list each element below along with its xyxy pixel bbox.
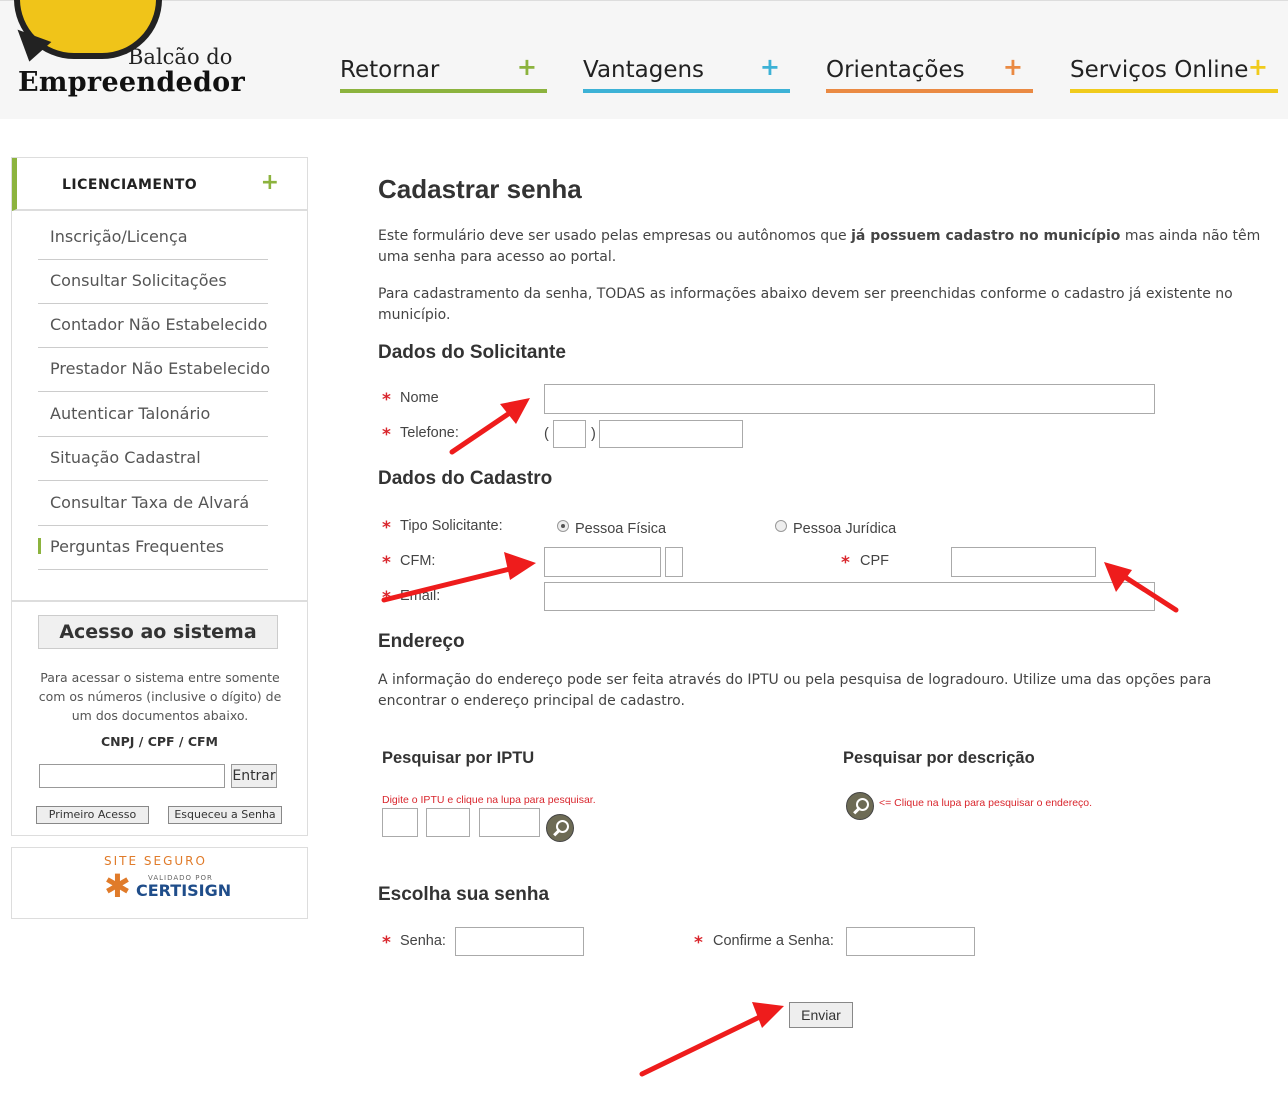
arrow-head-icon xyxy=(500,398,530,424)
arrow-to-cfm-icon xyxy=(381,563,525,603)
arrow-head-icon xyxy=(504,552,536,580)
arrow-head-icon xyxy=(752,1002,784,1028)
annotation-arrows xyxy=(381,398,1179,1077)
arrow-to-enviar-icon xyxy=(639,1009,773,1077)
